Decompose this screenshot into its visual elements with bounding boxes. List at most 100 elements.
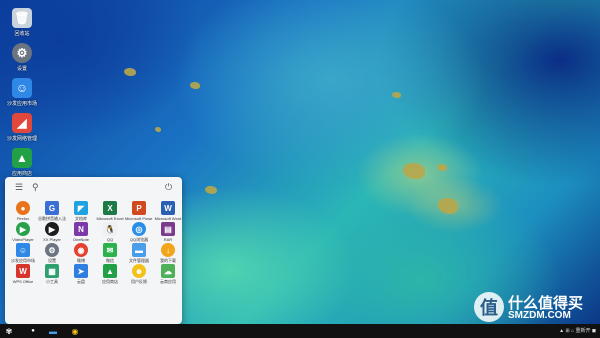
app-label: 应用商店: [102, 279, 118, 284]
weibo-icon: ◉: [74, 243, 88, 257]
app-videoplayer[interactable]: ▶ VideoPlayer: [9, 222, 37, 243]
app-store-icon: ☺: [12, 78, 32, 98]
power-icon[interactable]: ⏻: [165, 182, 172, 193]
running-app-icon[interactable]: ◉: [70, 326, 80, 336]
app-label: 云商应用: [160, 279, 176, 284]
watermark-badge: 值: [474, 292, 504, 322]
app-label: Microsoft Powe...: [125, 216, 153, 221]
app-xx-player[interactable]: ▶ XX Player: [38, 222, 66, 243]
system-tray[interactable]: ▲ ⊞ ⌂ 重新开 ◼: [559, 327, 596, 334]
taskbar: ✾ ● ▬ ◉ ▲ ⊞ ⌂ 重新开 ◼: [0, 324, 600, 338]
wps-office-icon: W: [16, 264, 30, 278]
app-label: 云盘: [77, 279, 85, 284]
desktop-icon-label: 设置: [16, 66, 27, 72]
app-rar[interactable]: ▤ RAR: [154, 222, 182, 243]
app-label: WPS Office: [12, 279, 34, 284]
watermark: 值 什么值得买 SMZDM.COM: [474, 290, 594, 324]
app-label: RAR: [163, 237, 173, 242]
app-app-mall[interactable]: ▲ 应用商店: [96, 264, 124, 285]
app-weibo[interactable]: ◉ 微博: [67, 243, 95, 264]
island-decoration: [190, 82, 200, 89]
start-menu-header: ☰ ⚲ ⏻: [5, 177, 182, 199]
powerpoint-icon: P: [132, 201, 146, 215]
qq-browser-icon: ◎: [132, 222, 146, 236]
desktop-icon-app-store[interactable]: ☺ 沙发应用市场: [5, 78, 39, 107]
feedback-icon: ☻: [132, 264, 146, 278]
start-button-icon[interactable]: ✾: [4, 326, 14, 336]
app-excel[interactable]: X Microsoft Excel: [96, 201, 124, 222]
app-cloud-apps[interactable]: ☁ 云商应用: [154, 264, 182, 285]
tools-icon: ▦: [45, 264, 59, 278]
xx-player-icon: ▶: [45, 222, 59, 236]
settings-icon: ⚙: [12, 43, 32, 63]
gear-icon: ⚙: [45, 243, 59, 257]
videoplayer-icon: ▶: [16, 222, 30, 236]
app-wechat[interactable]: ✉ 微信: [96, 243, 124, 264]
onenote-icon: N: [74, 222, 88, 236]
folder-icon: ▬: [132, 243, 146, 257]
app-onenote[interactable]: N OneNote: [67, 222, 95, 243]
island-decoration: [392, 92, 401, 98]
google-pinyin-icon: G: [45, 201, 59, 215]
island-decoration: [438, 198, 458, 214]
desktop-icon-label: 回收站: [14, 31, 30, 37]
app-label: Firefox: [16, 216, 30, 221]
firefox-icon: ●: [16, 201, 30, 215]
app-mall-icon: ▲: [12, 148, 32, 168]
island-decoration: [155, 127, 161, 132]
file-manager-icon[interactable]: ▬: [48, 326, 58, 336]
word-icon: W: [161, 201, 175, 215]
app-label: XX Player: [43, 237, 61, 242]
watermark-domain: SMZDM.COM: [508, 310, 571, 321]
app-documents[interactable]: ◤ 文档库: [67, 201, 95, 222]
rar-icon: ▤: [161, 222, 175, 236]
app-firefox[interactable]: ● Firefox: [9, 201, 37, 222]
menu-icon[interactable]: ☰: [15, 182, 23, 193]
documents-icon: ◤: [74, 201, 88, 215]
app-google-pinyin[interactable]: G 谷歌拼音输入法: [38, 201, 66, 222]
island-decoration: [437, 164, 447, 171]
app-file-manager[interactable]: ▬ 文件管理器: [125, 243, 153, 264]
recycle-bin-icon: 🗑: [12, 8, 32, 28]
app-user-feedback[interactable]: ☻ 用户反馈: [125, 264, 153, 285]
app-wps-office[interactable]: W WPS Office: [9, 264, 37, 285]
app-label: 用户反馈: [131, 279, 147, 284]
cloud-icon: ☁: [161, 264, 175, 278]
cloud-drive-icon: ➤: [74, 264, 88, 278]
desktop-icon-app-mall[interactable]: ▲ 应用商店: [5, 148, 39, 177]
search-icon[interactable]: ●: [28, 326, 38, 336]
app-label: QQ: [106, 237, 114, 242]
desktop-icon-recycle-bin[interactable]: 🗑 回收站: [5, 8, 39, 37]
wechat-icon: ✉: [103, 243, 117, 257]
desktop-icon-label: 沙发应用市场: [6, 101, 37, 107]
desktop-icon-settings[interactable]: ⚙ 设置: [5, 43, 39, 72]
app-label: 小工具: [46, 279, 58, 284]
app-label: Microsoft Excel: [96, 216, 124, 221]
search-icon[interactable]: ⚲: [32, 182, 39, 193]
app-app-store[interactable]: ☺ 沙发应用市场: [9, 243, 37, 264]
app-qq-browser[interactable]: ◎ QQ浏览器: [125, 222, 153, 243]
app-qq[interactable]: 🐧 QQ: [96, 222, 124, 243]
desktop-icon-label: 沙发网络管理: [6, 136, 37, 142]
qq-penguin-icon: 🐧: [103, 222, 117, 236]
excel-icon: X: [103, 201, 117, 215]
app-label: OneNote: [72, 237, 89, 242]
app-store-icon: ☺: [16, 243, 30, 257]
network-manager-icon: ◢: [12, 113, 32, 133]
download-icon: ↓: [161, 243, 175, 257]
island-decoration: [403, 163, 425, 179]
desktop-icon-label: 应用商店: [11, 171, 32, 177]
desktop-icon-network-manager[interactable]: ◢ 沙发网络管理: [5, 113, 39, 142]
island-decoration: [124, 68, 136, 76]
app-tools[interactable]: ▦ 小工具: [38, 264, 66, 285]
app-label: Microsoft Word: [154, 216, 182, 221]
app-settings[interactable]: ⚙ 设置: [38, 243, 66, 264]
app-word[interactable]: W Microsoft Word: [154, 201, 182, 222]
island-decoration: [205, 186, 217, 194]
app-my-downloads[interactable]: ↓ 我的下载: [154, 243, 182, 264]
app-label: VideoPlayer: [12, 237, 34, 242]
app-grid: ● Firefox G 谷歌拼音输入法 ◤ 文档库 X Microsoft Excel …: [9, 201, 182, 285]
app-powerpoint[interactable]: P Microsoft Powe...: [125, 201, 153, 222]
start-menu: ☰ ⚲ ⏻ ● Firefox G 谷歌拼音输入法 ◤ 文档库 X Microsoft …: [5, 177, 182, 324]
app-cloud-drive[interactable]: ➤ 云盘: [67, 264, 95, 285]
